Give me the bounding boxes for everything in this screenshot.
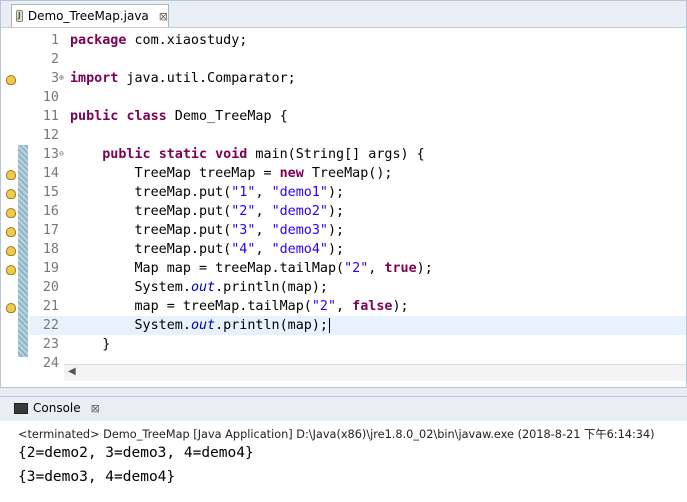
- close-icon[interactable]: ⊠: [159, 10, 168, 23]
- line-number: 23: [42, 337, 59, 352]
- line-number: 14: [42, 166, 59, 181]
- code-line[interactable]: 3 ⊕ import java.util.Comparator;: [29, 69, 686, 88]
- code-line[interactable]: 23 }: [29, 335, 686, 354]
- code-line[interactable]: 18 treeMap.put("4", "demo4");: [29, 240, 686, 259]
- line-number: 16: [42, 204, 59, 219]
- editor-tab-label: Demo_TreeMap.java: [27, 9, 149, 23]
- line-number: 1: [50, 33, 59, 48]
- warning-icon[interactable]: [6, 208, 16, 218]
- code-line[interactable]: 12: [29, 126, 686, 145]
- annotation-ruler: [1, 31, 19, 371]
- code-line[interactable]: 15 treeMap.put("1", "demo1");: [29, 183, 686, 202]
- editor-pane: J Demo_TreeMap.java ⊠ 1 package com.xiaos…: [0, 0, 687, 388]
- code-text: map = treeMap.tailMap("2", false);: [70, 299, 409, 314]
- code-text: package com.xiaostudy;: [70, 33, 248, 48]
- code-line[interactable]: 16 treeMap.put("2", "demo2");: [29, 202, 686, 221]
- line-number: 2: [50, 52, 59, 67]
- warning-icon[interactable]: [6, 189, 16, 199]
- code-line[interactable]: 13 ⊖ public static void main(String[] arg…: [29, 145, 686, 164]
- java-file-icon: J: [16, 10, 23, 22]
- editor-tab[interactable]: J Demo_TreeMap.java ⊠: [11, 4, 169, 27]
- console-status: <terminated> Demo_TreeMap [Java Applicat…: [18, 428, 655, 441]
- warning-icon[interactable]: [6, 170, 16, 180]
- code-line[interactable]: 2: [29, 50, 686, 69]
- code-text: TreeMap treeMap = new TreeMap();: [70, 166, 393, 181]
- collapse-icon[interactable]: ⊖: [59, 150, 64, 158]
- console-output-line: {3=demo3, 4=demo4}: [18, 469, 176, 485]
- warning-icon[interactable]: [6, 75, 16, 85]
- warning-icon[interactable]: [6, 227, 16, 237]
- scroll-left-icon[interactable]: ◀: [68, 366, 76, 377]
- code-line[interactable]: 17 treeMap.put("3", "demo3");: [29, 221, 686, 240]
- code-text: System.out.println(map);: [70, 280, 328, 295]
- code-area[interactable]: 1 package com.xiaostudy; 2 3 ⊕ import java.ut…: [29, 31, 686, 369]
- console-pane: Console ⊠ <terminated> Demo_TreeMap [Jav…: [0, 396, 687, 502]
- editor-tabbar: J Demo_TreeMap.java ⊠: [1, 1, 686, 28]
- line-number: 20: [42, 280, 59, 295]
- code-text: treeMap.put("1", "demo1");: [70, 185, 345, 200]
- console-tab-label: Console: [33, 401, 81, 415]
- code-line[interactable]: 20 System.out.println(map);: [29, 278, 686, 297]
- line-number: 17: [42, 223, 59, 238]
- code-text: treeMap.put("4", "demo4");: [70, 242, 345, 257]
- line-number: 10: [42, 90, 59, 105]
- code-line[interactable]: 10: [29, 88, 686, 107]
- code-line[interactable]: 14 TreeMap treeMap = new TreeMap();: [29, 164, 686, 183]
- console-output-line: {2=demo2, 3=demo3, 4=demo4}: [18, 445, 254, 461]
- warning-icon[interactable]: [6, 246, 16, 256]
- line-number: 19: [42, 261, 59, 276]
- console-icon: [14, 402, 28, 414]
- warning-icon[interactable]: [6, 303, 16, 313]
- console-tab[interactable]: Console ⊠: [14, 401, 100, 415]
- line-number: 3: [50, 71, 59, 86]
- code-text: System.out.println(map);: [70, 318, 330, 333]
- horizontal-scrollbar[interactable]: ◀: [64, 364, 686, 381]
- line-number: 22: [42, 318, 59, 333]
- line-number: 15: [42, 185, 59, 200]
- code-text: }: [70, 337, 111, 352]
- expand-icon[interactable]: ⊕: [59, 74, 64, 82]
- line-number: 12: [42, 128, 59, 143]
- code-text: public static void main(String[] args) {: [102, 147, 425, 162]
- line-number: 18: [42, 242, 59, 257]
- line-number: 21: [42, 299, 59, 314]
- code-text: treeMap.put("3", "demo3");: [70, 223, 345, 238]
- warning-icon[interactable]: [6, 265, 16, 275]
- code-line[interactable]: 19 Map map = treeMap.tailMap("2", true);: [29, 259, 686, 278]
- code-line[interactable]: 21 map = treeMap.tailMap("2", false);: [29, 297, 686, 316]
- console-tabbar: Console ⊠: [0, 397, 687, 421]
- code-line[interactable]: 1 package com.xiaostudy;: [29, 31, 686, 50]
- line-number: 11: [42, 109, 59, 124]
- code-line[interactable]: 11 public class Demo_TreeMap {: [29, 107, 686, 126]
- code-text: Map map = treeMap.tailMap("2", true);: [70, 261, 433, 276]
- line-number: 13: [42, 147, 59, 162]
- quick-diff-bar: [18, 145, 28, 357]
- line-number: 24: [42, 356, 59, 369]
- code-text: public class Demo_TreeMap {: [70, 109, 288, 124]
- code-text: treeMap.put("2", "demo2");: [70, 204, 345, 219]
- code-line[interactable]: 22 System.out.println(map);: [29, 316, 686, 335]
- close-icon[interactable]: ⊠: [91, 402, 100, 415]
- code-text: import java.util.Comparator;: [70, 71, 296, 86]
